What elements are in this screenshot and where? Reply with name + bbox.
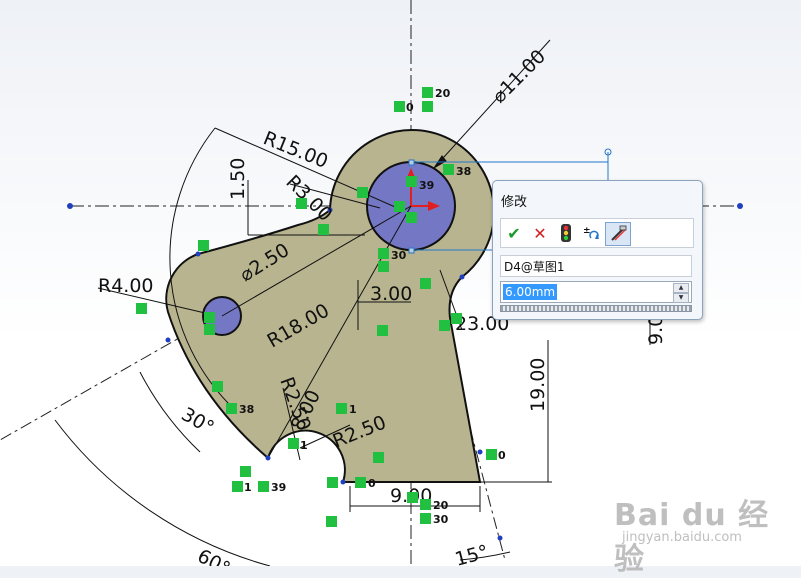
thumbwheel-slider[interactable]	[500, 305, 692, 312]
spin-down-icon[interactable]: ▼	[673, 293, 689, 303]
rel-0-bottom: 0	[368, 477, 376, 490]
spin-up-icon[interactable]: ▲	[673, 283, 689, 293]
mark-dimension-icon[interactable]	[605, 222, 631, 246]
dim-r15[interactable]: R15.00	[260, 127, 331, 173]
rel-38-top: 38	[456, 165, 471, 178]
dialog-title: 修改	[501, 195, 528, 210]
baidu-watermark: Bai du 经验 jingyan.baidu.com	[612, 490, 792, 577]
rel-1-mid: 1	[349, 403, 357, 416]
construction-endpoint[interactable]	[497, 535, 503, 541]
rel-20-bottom: 20	[433, 499, 449, 512]
dim-a15[interactable]: 15°	[453, 541, 491, 566]
rel-39: 39	[419, 179, 434, 192]
dialog-toolbar: ✔ ✕ ±	[500, 218, 694, 248]
centerline-endpoint-right[interactable]	[737, 203, 743, 209]
rel-0-right: 0	[498, 449, 506, 462]
rel-20-top: 20	[435, 87, 451, 100]
rel-1-left: 1	[244, 481, 252, 494]
ok-check-icon[interactable]: ✔	[503, 222, 525, 244]
dim-a60[interactable]: 60°	[194, 545, 234, 566]
cancel-x-icon[interactable]: ✕	[529, 222, 551, 244]
dim-h300[interactable]: 3.00	[370, 283, 412, 305]
rel-30-bottom: 30	[433, 513, 449, 526]
rel-30-mid: 30	[391, 249, 407, 262]
dimension-value-box[interactable]: ▲ ▼	[500, 281, 692, 303]
grip-top[interactable]	[408, 159, 415, 166]
rel-39-low: 39	[271, 481, 286, 494]
watermark-url: jingyan.baidu.com	[622, 530, 742, 545]
dim-diameter-11[interactable]: ⌀11.00	[488, 45, 550, 107]
rebuild-traffic-light-icon[interactable]	[555, 222, 577, 244]
rel-1-low: 1	[300, 439, 308, 452]
rel-38-low: 38	[239, 403, 254, 416]
centerline-endpoint-left[interactable]	[67, 203, 73, 209]
dim-a30[interactable]: 30°	[178, 403, 218, 439]
dim-r4[interactable]: R4.00	[98, 275, 154, 297]
dim-v150[interactable]: 1.50	[227, 158, 249, 200]
dim-v19[interactable]: 19.00	[527, 358, 549, 412]
dim-r3[interactable]: R3.00	[281, 171, 336, 226]
rel-0-top: 0	[406, 101, 414, 114]
reverse-sense-icon[interactable]: ±	[581, 222, 603, 244]
dimension-name-field: D4@草图1	[500, 255, 692, 277]
modify-dialog[interactable]: 修改 ✔ ✕ ± D4@草图1 6.00mm ▲ ▼	[492, 180, 703, 320]
dimension-value-input[interactable]	[503, 284, 557, 300]
grip-bottom[interactable]	[408, 247, 415, 254]
